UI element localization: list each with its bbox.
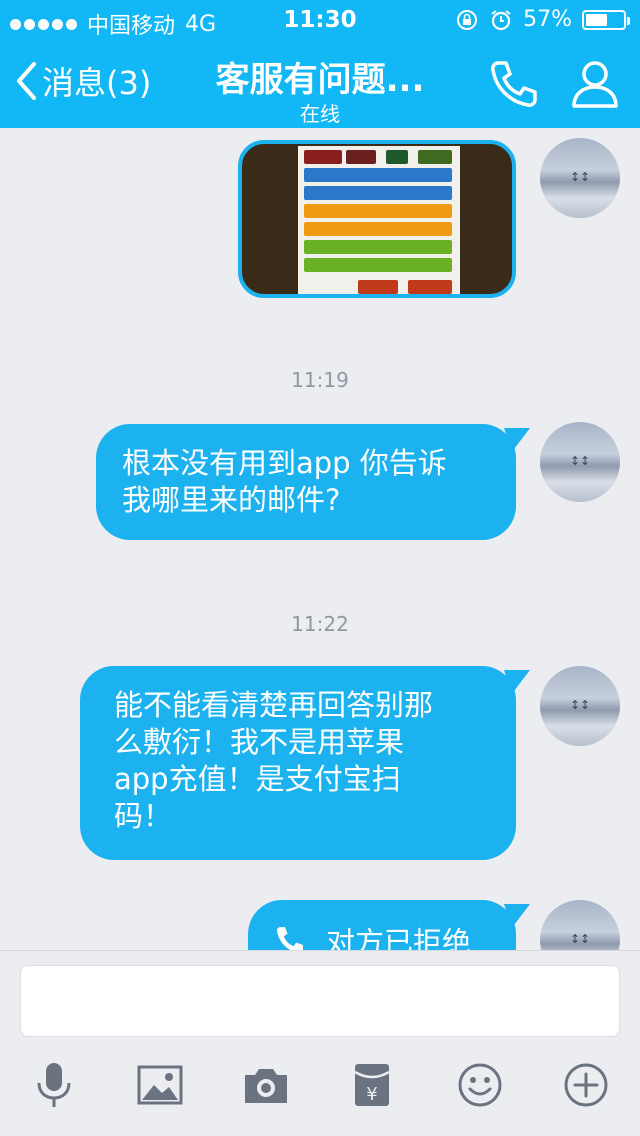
rotation-lock-icon <box>457 9 478 30</box>
call-message[interactable]: 对方已拒绝 <box>248 900 516 950</box>
phone-icon <box>274 924 306 950</box>
message-list[interactable]: ↕↕ 11:19 根本没有用到app 你告诉 我哪里来的邮件? ↕↕ 11:22… <box>0 128 640 950</box>
battery-icon <box>582 9 630 30</box>
avatar[interactable]: ↕↕ <box>540 138 620 218</box>
plus-icon[interactable] <box>562 1061 610 1109</box>
chat-header: 中国移动 4G 11:30 57% 消息(3) 客服有问题... 在线 <box>0 0 640 128</box>
microphone-icon[interactable] <box>30 1061 78 1109</box>
message-input[interactable] <box>20 965 620 1037</box>
profile-button[interactable] <box>570 58 620 110</box>
emoji-icon[interactable] <box>456 1061 504 1109</box>
nav-bar: 消息(3) 客服有问题... 在线 <box>0 44 640 128</box>
avatar[interactable]: ↕↕ <box>540 422 620 502</box>
avatar[interactable]: ↕↕ <box>540 666 620 746</box>
message-line: 根本没有用到app 你告诉 <box>122 446 447 480</box>
message-line: 我哪里来的邮件? <box>122 483 341 517</box>
battery-level <box>586 13 607 26</box>
phone-call-button[interactable] <box>488 58 540 110</box>
message-line: 能不能看清楚再回答别那 <box>114 688 434 722</box>
image-message[interactable] <box>238 140 516 298</box>
composer-toolbar: ¥ <box>0 1061 640 1117</box>
timestamp: 11:19 <box>291 368 349 392</box>
red-packet-icon[interactable]: ¥ <box>348 1061 396 1109</box>
screenshot-thumbnail <box>298 146 460 294</box>
text-message[interactable]: 根本没有用到app 你告诉 我哪里来的邮件? <box>96 424 516 540</box>
status-bar: 中国移动 4G 11:30 57% <box>0 0 640 40</box>
battery-percent: 57% <box>523 7 572 32</box>
message-line: app充值！是支付宝扫 <box>114 762 401 796</box>
camera-icon[interactable] <box>242 1061 290 1109</box>
image-icon[interactable] <box>136 1061 184 1109</box>
timestamp: 11:22 <box>291 612 349 636</box>
svg-text:¥: ¥ <box>366 1084 377 1105</box>
call-status-text: 对方已拒绝 <box>326 925 472 951</box>
message-line: 码！ <box>114 799 173 833</box>
text-message[interactable]: 能不能看清楚再回答别那 么敷衍！我不是用苹果 app充值！是支付宝扫 码！ <box>80 666 516 860</box>
avatar[interactable]: ↕↕ <box>540 900 620 950</box>
alarm-icon <box>491 9 511 30</box>
message-line: 么敷衍！我不是用苹果 <box>114 725 405 759</box>
composer: ¥ <box>0 950 640 1136</box>
